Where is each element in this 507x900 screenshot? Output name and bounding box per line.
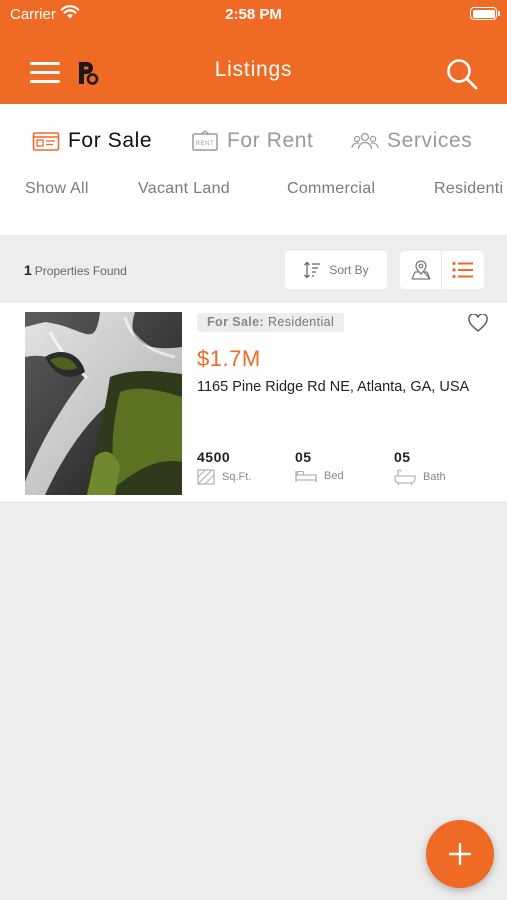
category-tabs: For Sale RENT For Rent Services Show All… [0, 104, 507, 235]
battery-icon [470, 7, 500, 20]
listing-type-badge: For Sale: Residential [197, 313, 345, 332]
status-bar: Carrier 2:58 PM [0, 0, 507, 28]
status-time: 2:58 PM [225, 6, 282, 23]
map-view-button[interactable] [400, 251, 442, 289]
sub-tab-vacant-land[interactable]: Vacant Land [138, 180, 230, 198]
tab-for-sale[interactable]: For Sale [32, 126, 152, 156]
tab-for-rent-label: For Rent [227, 129, 314, 152]
sub-tab-residential[interactable]: Residenti [434, 180, 503, 198]
spec-bed: 05 Bed [295, 449, 344, 482]
view-toggle [400, 251, 484, 289]
bed-icon [295, 471, 317, 482]
badge-category: Residential [267, 315, 335, 329]
tab-services[interactable]: Services [351, 126, 472, 156]
spec-bath: 05 Bath [394, 449, 446, 485]
list-view-button[interactable] [442, 251, 484, 289]
people-icon [351, 132, 379, 150]
listing-card[interactable]: For Sale: Residential $1.7M 1165 Pine Ri… [0, 303, 507, 501]
property-photo[interactable] [25, 312, 182, 495]
map-pin-icon [410, 260, 431, 280]
app-header: Carrier 2:58 PM Listings [0, 0, 507, 104]
sub-tab-commercial[interactable]: Commercial [287, 180, 375, 198]
sort-icon [304, 261, 321, 279]
tab-for-sale-label: For Sale [68, 129, 153, 152]
sort-label: Sort By [329, 263, 369, 277]
sqft-label: Sq.Ft. [222, 471, 252, 483]
listing-price: $1.7M [197, 346, 261, 371]
bed-value: 05 [295, 449, 312, 465]
bath-value: 05 [394, 449, 411, 465]
tab-services-label: Services [387, 129, 473, 152]
results-number: 1 [24, 262, 32, 278]
listing-address: 1165 Pine Ridge Rd NE, Atlanta, GA, USA [197, 379, 470, 395]
sqft-value: 4500 [197, 449, 231, 465]
spec-sqft: 4500 Sq.Ft. [197, 449, 251, 485]
bathtub-icon [394, 469, 416, 485]
list-icon [452, 261, 473, 279]
search-icon[interactable] [445, 57, 479, 91]
results-label: Properties Found [34, 264, 127, 278]
badge-type: For Sale: [207, 315, 265, 329]
heart-icon[interactable] [468, 314, 488, 332]
sub-tab-show-all[interactable]: Show All [25, 180, 89, 198]
area-icon [197, 469, 215, 485]
rent-icon-text: RENT [196, 141, 215, 147]
plus-icon [448, 842, 472, 866]
for-sale-icon [32, 132, 60, 151]
sort-button[interactable]: Sort By [285, 251, 387, 289]
results-count: 1 Properties Found [24, 262, 127, 278]
tab-for-rent[interactable]: RENT For Rent [191, 126, 314, 156]
rent-sign-icon: RENT [192, 130, 218, 151]
page-title: Listings [214, 58, 293, 81]
bath-label: Bath [423, 471, 446, 483]
bed-label: Bed [324, 470, 344, 482]
add-listing-button[interactable] [426, 820, 494, 888]
